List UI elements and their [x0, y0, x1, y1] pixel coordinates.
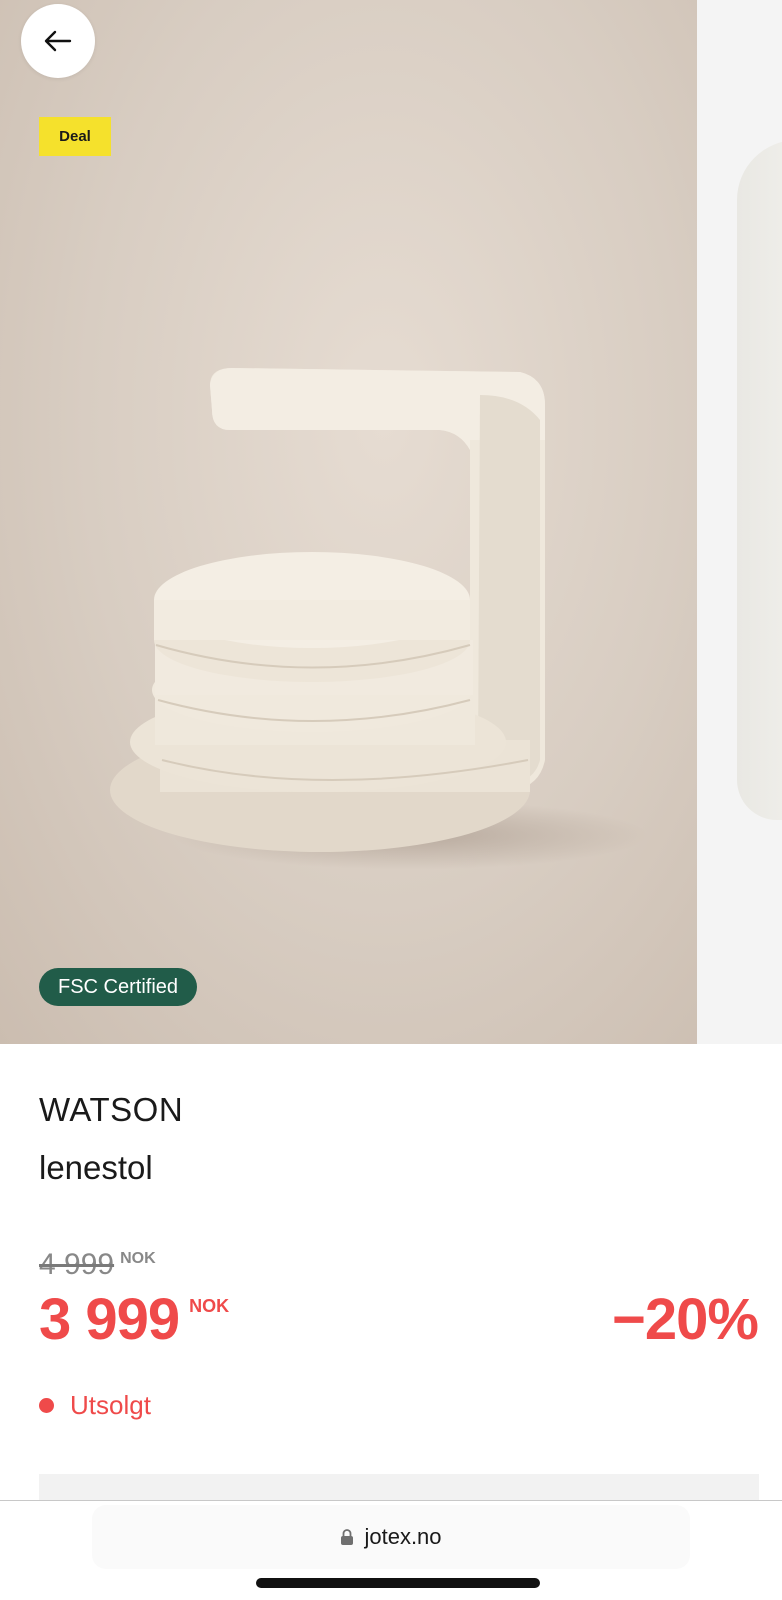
product-brand: WATSON — [39, 1091, 184, 1128]
old-price-row: 4 999 NOK — [39, 1248, 156, 1282]
stock-status-text: Utsolgt — [70, 1390, 151, 1420]
back-button[interactable] — [21, 4, 95, 78]
next-image-preview — [737, 140, 782, 820]
fsc-certified-badge: FSC Certified — [39, 968, 198, 1006]
product-image-next-peek[interactable] — [697, 0, 782, 1044]
url-text: jotex.no — [364, 1524, 442, 1549]
product-image-main[interactable]: Deal FSC Certified — [0, 0, 697, 1044]
arrow-left-icon — [44, 30, 72, 52]
lock-icon — [341, 1529, 354, 1545]
discount-label: −20% — [612, 1287, 759, 1352]
old-price-currency: NOK — [120, 1250, 156, 1267]
current-price-row: 3 999 NOK — [39, 1288, 229, 1352]
current-price-currency: NOK — [189, 1296, 230, 1316]
armchair-image — [110, 368, 545, 852]
product-type: lenestol — [39, 1149, 153, 1186]
product-image-gallery[interactable]: Deal FSC Certified — [0, 0, 782, 1044]
url-field[interactable]: jotex.no — [92, 1505, 690, 1569]
home-indicator[interactable] — [256, 1578, 540, 1588]
deal-badge: Deal — [39, 117, 111, 156]
browser-address-bar: jotex.no — [0, 1500, 782, 1600]
product-info: WATSON lenestol — [39, 1090, 759, 1188]
stock-status: Utsolgt — [39, 1390, 151, 1421]
old-price: 4 999 — [39, 1248, 115, 1281]
current-price: 3 999 — [39, 1287, 180, 1352]
stock-status-dot — [39, 1398, 54, 1413]
